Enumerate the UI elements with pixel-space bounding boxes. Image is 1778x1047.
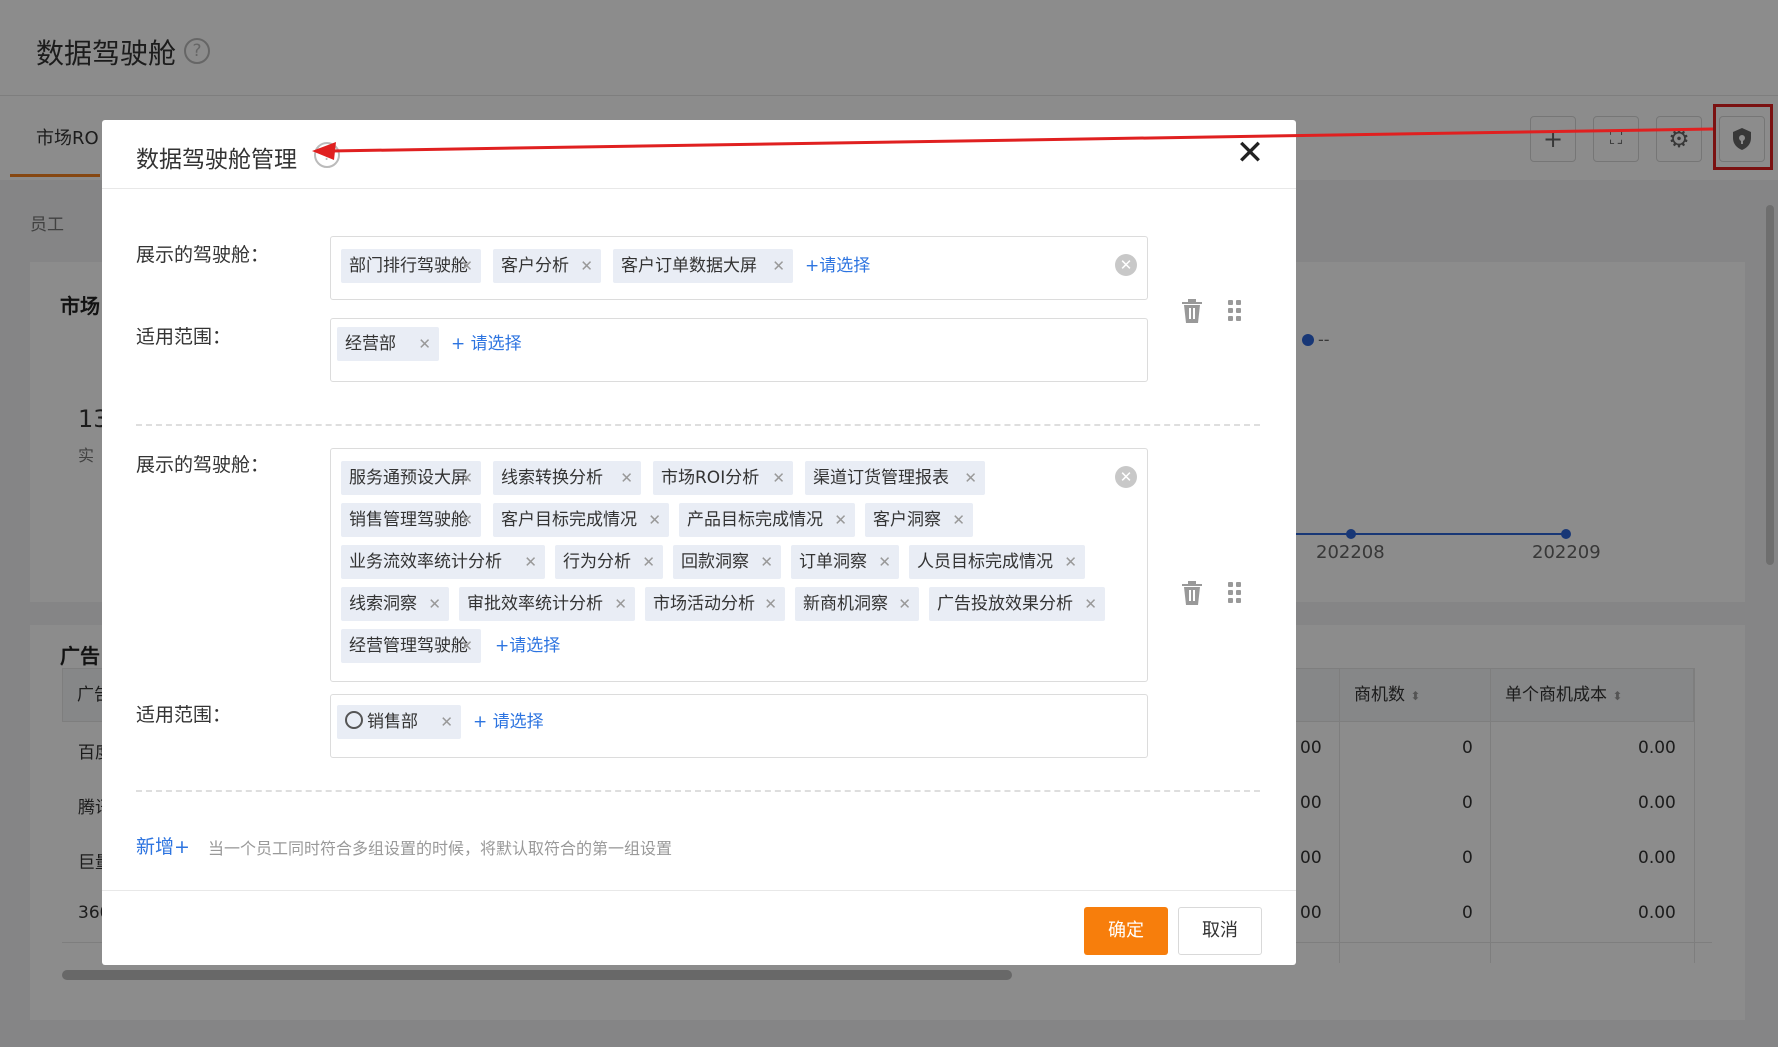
tag-close-icon[interactable]: ✕ (460, 503, 473, 537)
add-scope-link[interactable]: + 请选择 (451, 327, 522, 361)
cockpit-tag: 人员目标完成情况 ✕ (909, 545, 1085, 579)
scope-tag: 销售部 ✕ (337, 705, 461, 739)
tag-close-icon[interactable]: ✕ (620, 461, 633, 495)
cockpit-tag: 订单洞察 ✕ (791, 545, 899, 579)
add-cockpit-link[interactable]: +请选择 (495, 629, 560, 663)
cockpit-tag: 市场活动分析 ✕ (645, 587, 785, 621)
clear-icon[interactable]: ✕ (1115, 466, 1137, 488)
tag-close-icon[interactable]: ✕ (898, 587, 911, 621)
clear-icon[interactable]: ✕ (1115, 254, 1137, 276)
cockpit-tag: 市场ROI分析 ✕ (653, 461, 793, 495)
cockpit-tag: 销售管理驾驶舱 ✕ (341, 503, 481, 537)
cockpit-select[interactable]: 服务通预设大屏 ✕ 线索转换分析 ✕ 市场ROI分析 ✕ 渠道订货管理报表 ✕ 销售管理… (330, 448, 1148, 682)
add-cockpit-link[interactable]: +请选择 (805, 249, 870, 283)
cockpit-tag: 客户目标完成情况 ✕ (493, 503, 669, 537)
close-icon[interactable]: ✕ (1232, 136, 1268, 172)
cockpit-tag: 回款洞察 ✕ (673, 545, 781, 579)
confirm-button[interactable]: 确定 (1084, 907, 1168, 955)
cockpit-tag: 产品目标完成情况 ✕ (679, 503, 855, 537)
hint-text: 当一个员工同时符合多组设置的时候，将默认取符合的第一组设置 (208, 839, 673, 858)
tag-close-icon[interactable]: ✕ (964, 461, 977, 495)
cockpit-tag: 客户分析 ✕ (493, 249, 601, 283)
tag-close-icon[interactable]: ✕ (440, 705, 453, 739)
cockpit-tag: 经营管理驾驶舱 ✕ (341, 629, 481, 663)
trash-icon[interactable] (1180, 580, 1204, 606)
cockpit-tag: 行为分析 ✕ (555, 545, 663, 579)
tag-close-icon[interactable]: ✕ (760, 545, 773, 579)
tag-close-icon[interactable]: ✕ (460, 629, 473, 663)
cockpit-tag: 审批效率统计分析 ✕ (459, 587, 635, 621)
cockpit-tag: 新商机洞察 ✕ (795, 587, 919, 621)
department-icon (345, 711, 363, 729)
dialog-header: 数据驾驶舱管理 ? ✕ (102, 120, 1296, 189)
tag-close-icon[interactable]: ✕ (952, 503, 965, 537)
tag-close-icon[interactable]: ✕ (772, 249, 785, 283)
tag-close-icon[interactable]: ✕ (642, 545, 655, 579)
tag-close-icon[interactable]: ✕ (428, 587, 441, 621)
tag-close-icon[interactable]: ✕ (1064, 545, 1077, 579)
trash-icon[interactable] (1180, 298, 1204, 324)
group-divider (136, 424, 1260, 426)
tag-close-icon[interactable]: ✕ (460, 461, 473, 495)
help-icon[interactable]: ? (314, 142, 340, 168)
tag-close-icon[interactable]: ✕ (772, 461, 785, 495)
tag-close-icon[interactable]: ✕ (648, 503, 661, 537)
cockpit-tag: 渠道订货管理报表 ✕ (805, 461, 985, 495)
scope-select[interactable]: 销售部 ✕ + 请选择 (330, 694, 1148, 758)
cockpit-tag: 业务流效率统计分析 ✕ (341, 545, 545, 579)
dialog-title: 数据驾驶舱管理 (136, 147, 297, 173)
dialog-footer (102, 890, 1296, 891)
tag-close-icon[interactable]: ✕ (1084, 587, 1097, 621)
tag-close-icon[interactable]: ✕ (524, 545, 537, 579)
scope-label: 适用范围： (136, 704, 232, 726)
cockpit-tag: 线索转换分析 ✕ (493, 461, 641, 495)
add-scope-link[interactable]: + 请选择 (473, 705, 544, 739)
cockpit-tag: 线索洞察 ✕ (341, 587, 449, 621)
cockpit-tag: 部门排行驾驶舱 ✕ (341, 249, 481, 283)
cockpit-label: 展示的驾驶舱： (136, 244, 270, 266)
tag-close-icon[interactable]: ✕ (614, 587, 627, 621)
cockpit-tag: 广告投放效果分析 ✕ (929, 587, 1105, 621)
cockpit-tag: 客户洞察 ✕ (865, 503, 973, 537)
tag-close-icon[interactable]: ✕ (764, 587, 777, 621)
drag-handle-icon[interactable] (1228, 300, 1244, 322)
scope-select[interactable]: 经营部 ✕ + 请选择 (330, 318, 1148, 382)
tag-close-icon[interactable]: ✕ (878, 545, 891, 579)
tag-close-icon[interactable]: ✕ (460, 249, 473, 283)
scope-tag: 经营部 ✕ (337, 327, 439, 361)
add-group-button[interactable]: 新增+ (136, 832, 190, 859)
cancel-button[interactable]: 取消 (1178, 907, 1262, 955)
cockpit-label: 展示的驾驶舱： (136, 454, 270, 476)
tag-close-icon[interactable]: ✕ (834, 503, 847, 537)
scope-label: 适用范围： (136, 326, 232, 348)
cockpit-tag: 服务通预设大屏 ✕ (341, 461, 481, 495)
group-divider (136, 790, 1260, 792)
cockpit-manage-dialog: 数据驾驶舱管理 ? ✕ 展示的驾驶舱： 部门排行驾驶舱 ✕ 客户分析 ✕ 客户订单数… (102, 120, 1296, 965)
tag-close-icon[interactable]: ✕ (418, 327, 431, 361)
cockpit-tag: 客户订单数据大屏 ✕ (613, 249, 793, 283)
cockpit-select[interactable]: 部门排行驾驶舱 ✕ 客户分析 ✕ 客户订单数据大屏 ✕ +请选择 ✕ (330, 236, 1148, 300)
tag-close-icon[interactable]: ✕ (580, 249, 593, 283)
drag-handle-icon[interactable] (1228, 582, 1244, 604)
